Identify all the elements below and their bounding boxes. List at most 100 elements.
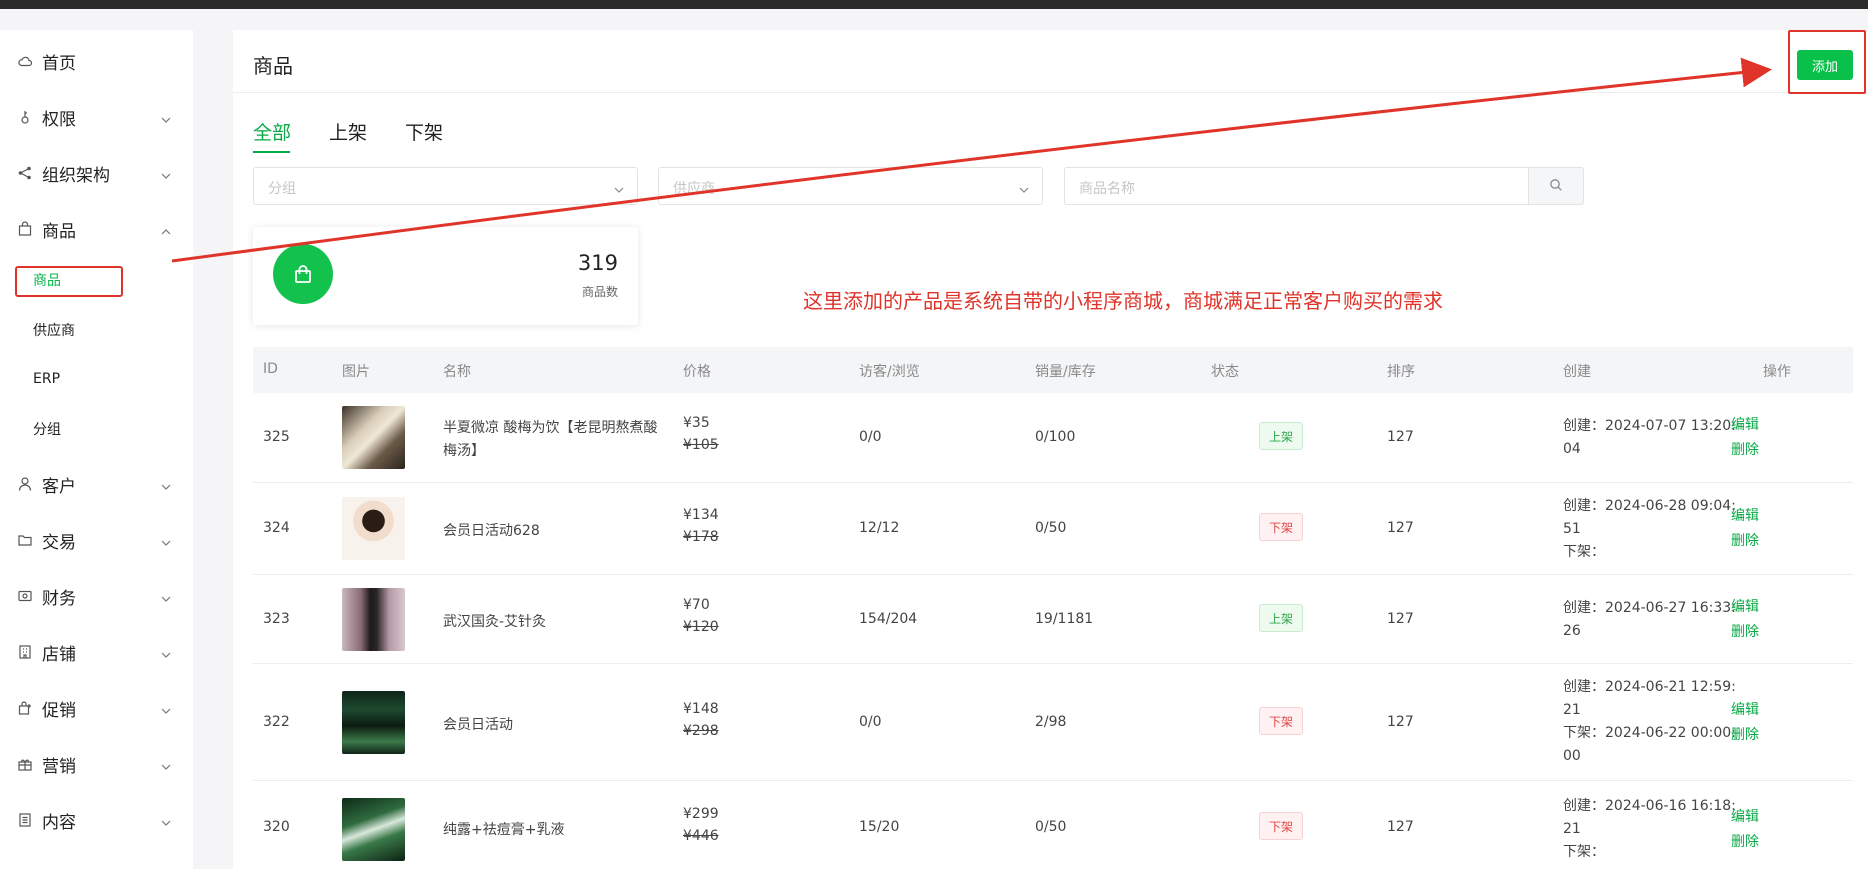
product-name[interactable]: 纯露+祛痘膏+乳液	[443, 819, 564, 839]
delete-link[interactable]: 删除	[1731, 723, 1759, 748]
document-icon	[16, 811, 34, 829]
table-header: ID 图片 名称 价格 访客/浏览 销量/库存 状态 排序 创建 操作	[253, 347, 1853, 393]
tab-online[interactable]: 上架	[329, 118, 367, 145]
price-cell: ¥134 ¥178	[683, 507, 719, 545]
sidebar-item-promotions[interactable]: 促销	[0, 688, 193, 728]
delete-link[interactable]: 删除	[1731, 529, 1759, 554]
edit-link[interactable]: 编辑	[1731, 504, 1759, 529]
wallet-icon	[16, 587, 34, 605]
status-badge: 上架	[1259, 604, 1303, 632]
row-id: 323	[263, 611, 290, 627]
add-button[interactable]: 添加	[1797, 50, 1853, 80]
created-cell: 创建：2024-06-16 16:18:21 下架：	[1563, 795, 1738, 864]
product-name-input[interactable]: 商品名称	[1064, 167, 1528, 205]
price-current: ¥148	[683, 701, 719, 717]
chevron-down-icon	[160, 646, 172, 658]
product-image[interactable]	[342, 497, 405, 560]
sidebar-item-organization[interactable]: 组织架构	[0, 153, 193, 193]
highlight-box	[15, 266, 123, 297]
created-cell: 创建：2024-06-21 12:59:21 下架：2024-06-22 00:…	[1563, 676, 1738, 768]
sales-stock: 0/50	[1035, 520, 1067, 536]
created-time: 创建：2024-06-16 16:18:21	[1563, 798, 1736, 837]
chevron-down-icon	[160, 702, 172, 714]
product-name[interactable]: 武汉国灸-艾针灸	[443, 611, 546, 631]
price-current: ¥35	[683, 415, 710, 431]
edit-link[interactable]: 编辑	[1731, 698, 1759, 723]
sidebar-item-label: 财务	[42, 588, 76, 609]
edit-link[interactable]: 编辑	[1731, 805, 1759, 830]
sidebar: 首页 权限 组织架构 商品 商品 供应商 ERP 分组 客户 交易 财务 店铺 …	[0, 30, 193, 869]
sidebar-item-home[interactable]: 首页	[0, 41, 193, 81]
sidebar-item-permissions[interactable]: 权限	[0, 97, 193, 137]
sidebar-item-customers[interactable]: 客户	[0, 464, 193, 504]
sidebar-item-products[interactable]: 商品	[0, 209, 193, 249]
product-image[interactable]	[342, 588, 405, 651]
product-image[interactable]	[342, 406, 405, 469]
sidebar-item-label: 组织架构	[42, 165, 110, 186]
delete-link[interactable]: 删除	[1731, 438, 1759, 463]
user-icon	[16, 475, 34, 493]
created-cell: 创建：2024-06-27 16:33:26	[1563, 597, 1738, 643]
delete-link[interactable]: 删除	[1731, 830, 1759, 855]
annotation-text: 这里添加的产品是系统自带的小程序商城，商城满足正常客户购买的需求	[803, 289, 1443, 313]
product-image[interactable]	[342, 798, 405, 861]
sidebar-item-label: 客户	[42, 476, 76, 497]
supplier-select[interactable]: 供应商	[658, 167, 1043, 205]
sidebar-item-label: 营销	[42, 756, 76, 777]
table-row: 323 武汉国灸-艾针灸 ¥70 ¥120 154/204 19/1181 上架…	[253, 575, 1853, 664]
sidebar-item-marketing[interactable]: 营销	[0, 744, 193, 784]
product-name[interactable]: 会员日活动628	[443, 520, 540, 540]
column-header: 销量/库存	[1035, 364, 1096, 380]
chevron-down-icon	[160, 478, 172, 490]
offline-time: 下架：	[1563, 544, 1605, 560]
main-panel: 商品 添加 全部 上架 下架 分组 供应商 商品名称 319 商品数 这里添加的…	[233, 30, 1868, 869]
page-title: 商品	[253, 54, 293, 78]
tab-offline[interactable]: 下架	[405, 118, 443, 145]
search-button[interactable]	[1528, 167, 1584, 205]
column-header: 排序	[1387, 364, 1415, 380]
table-row: 320 纯露+祛痘膏+乳液 ¥299 ¥446 15/20 0/50 下架 12…	[253, 781, 1853, 869]
sales-stock: 0/100	[1035, 429, 1076, 445]
sales-stock: 0/50	[1035, 819, 1067, 835]
product-image[interactable]	[342, 691, 405, 754]
sidebar-item-stores[interactable]: 店铺	[0, 632, 193, 672]
folder-icon	[16, 531, 34, 549]
sidebar-sub-item-supplier[interactable]: 供应商	[0, 312, 193, 348]
building-icon	[16, 643, 34, 661]
sidebar-item-finance[interactable]: 财务	[0, 576, 193, 616]
column-header: ID	[263, 361, 278, 377]
sales-stock: 2/98	[1035, 714, 1067, 730]
visitors-views: 154/204	[859, 611, 918, 627]
offline-time: 下架：2024-06-22 00:00:00	[1563, 725, 1736, 764]
visitors-views: 0/0	[859, 714, 882, 730]
sidebar-sub-item-label: 分组	[33, 422, 61, 438]
table-row: 322 会员日活动 ¥148 ¥298 0/0 2/98 下架 127 创建：2…	[253, 664, 1853, 781]
sidebar-item-content[interactable]: 内容	[0, 800, 193, 840]
product-count-value: 319	[577, 251, 618, 275]
sidebar-item-label: 首页	[42, 53, 76, 74]
product-name[interactable]: 半夏微凉 酸梅为饮【老昆明熬煮酸梅汤】	[443, 417, 663, 463]
sidebar-sub-item-label: ERP	[33, 371, 61, 387]
tab-all[interactable]: 全部	[253, 118, 291, 145]
status-badge: 下架	[1259, 707, 1303, 735]
key-icon	[16, 108, 34, 126]
column-header: 创建	[1563, 364, 1591, 380]
product-name[interactable]: 会员日活动	[443, 714, 513, 734]
row-id: 324	[263, 520, 290, 536]
sidebar-item-transactions[interactable]: 交易	[0, 520, 193, 560]
price-original: ¥446	[683, 828, 719, 844]
delete-link[interactable]: 删除	[1731, 620, 1759, 645]
edit-link[interactable]: 编辑	[1731, 413, 1759, 438]
offline-time: 下架：	[1563, 844, 1605, 860]
chevron-down-icon	[160, 111, 172, 123]
sidebar-sub-item-erp[interactable]: ERP	[0, 361, 193, 397]
visitors-views: 0/0	[859, 429, 882, 445]
chevron-down-icon	[613, 181, 625, 193]
price-cell: ¥35 ¥105	[683, 415, 719, 453]
edit-link[interactable]: 编辑	[1731, 595, 1759, 620]
column-header: 名称	[443, 364, 471, 380]
column-header: 操作	[1763, 364, 1791, 380]
header-divider	[233, 92, 1868, 93]
group-select[interactable]: 分组	[253, 167, 638, 205]
sidebar-sub-item-group[interactable]: 分组	[0, 411, 193, 447]
